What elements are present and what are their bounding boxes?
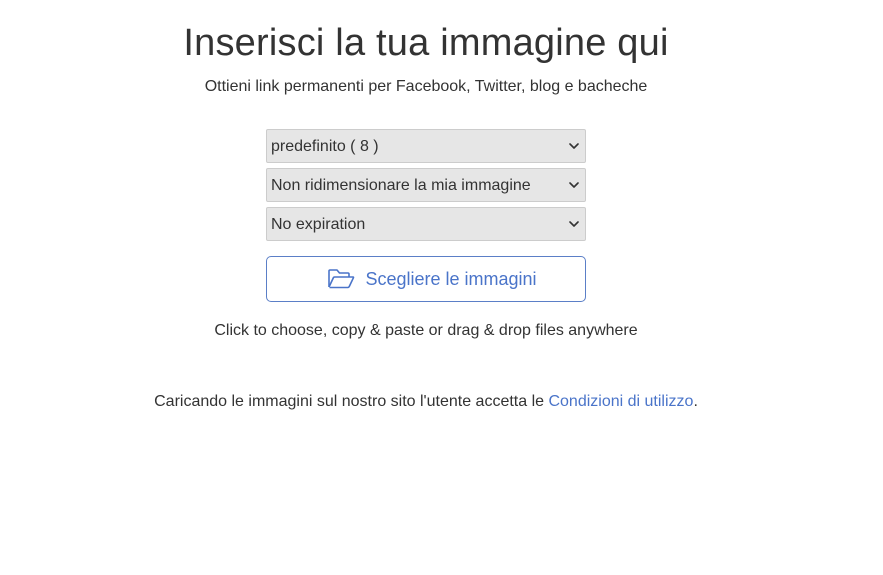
expiration-select-wrapper: No expiration [266, 207, 586, 241]
terms-notice: Caricando le immagini sul nostro sito l'… [0, 393, 852, 411]
expiration-select[interactable]: No expiration [266, 207, 586, 241]
category-select[interactable]: predefinito ( 8 ) [266, 129, 586, 163]
choose-images-label: Scegliere le immagini [365, 268, 537, 289]
choose-images-button[interactable]: Scegliere le immagini [266, 256, 586, 302]
resize-select-wrapper: Non ridimensionare la mia immagine [266, 168, 586, 202]
folder-open-icon [328, 269, 355, 289]
upload-hint: Click to choose, copy & paste or drag & … [214, 322, 638, 339]
page-subtitle: Ottieni link permanenti per Facebook, Tw… [204, 78, 648, 95]
resize-select[interactable]: Non ridimensionare la mia immagine [266, 168, 586, 202]
terms-suffix: . [693, 393, 698, 410]
category-select-wrapper: predefinito ( 8 ) [266, 129, 586, 163]
page-title: Inserisci la tua immagine qui [183, 22, 669, 64]
terms-prefix: Caricando le immagini sul nostro sito l'… [154, 393, 549, 410]
terms-of-use-link[interactable]: Condizioni di utilizzo [548, 393, 693, 410]
